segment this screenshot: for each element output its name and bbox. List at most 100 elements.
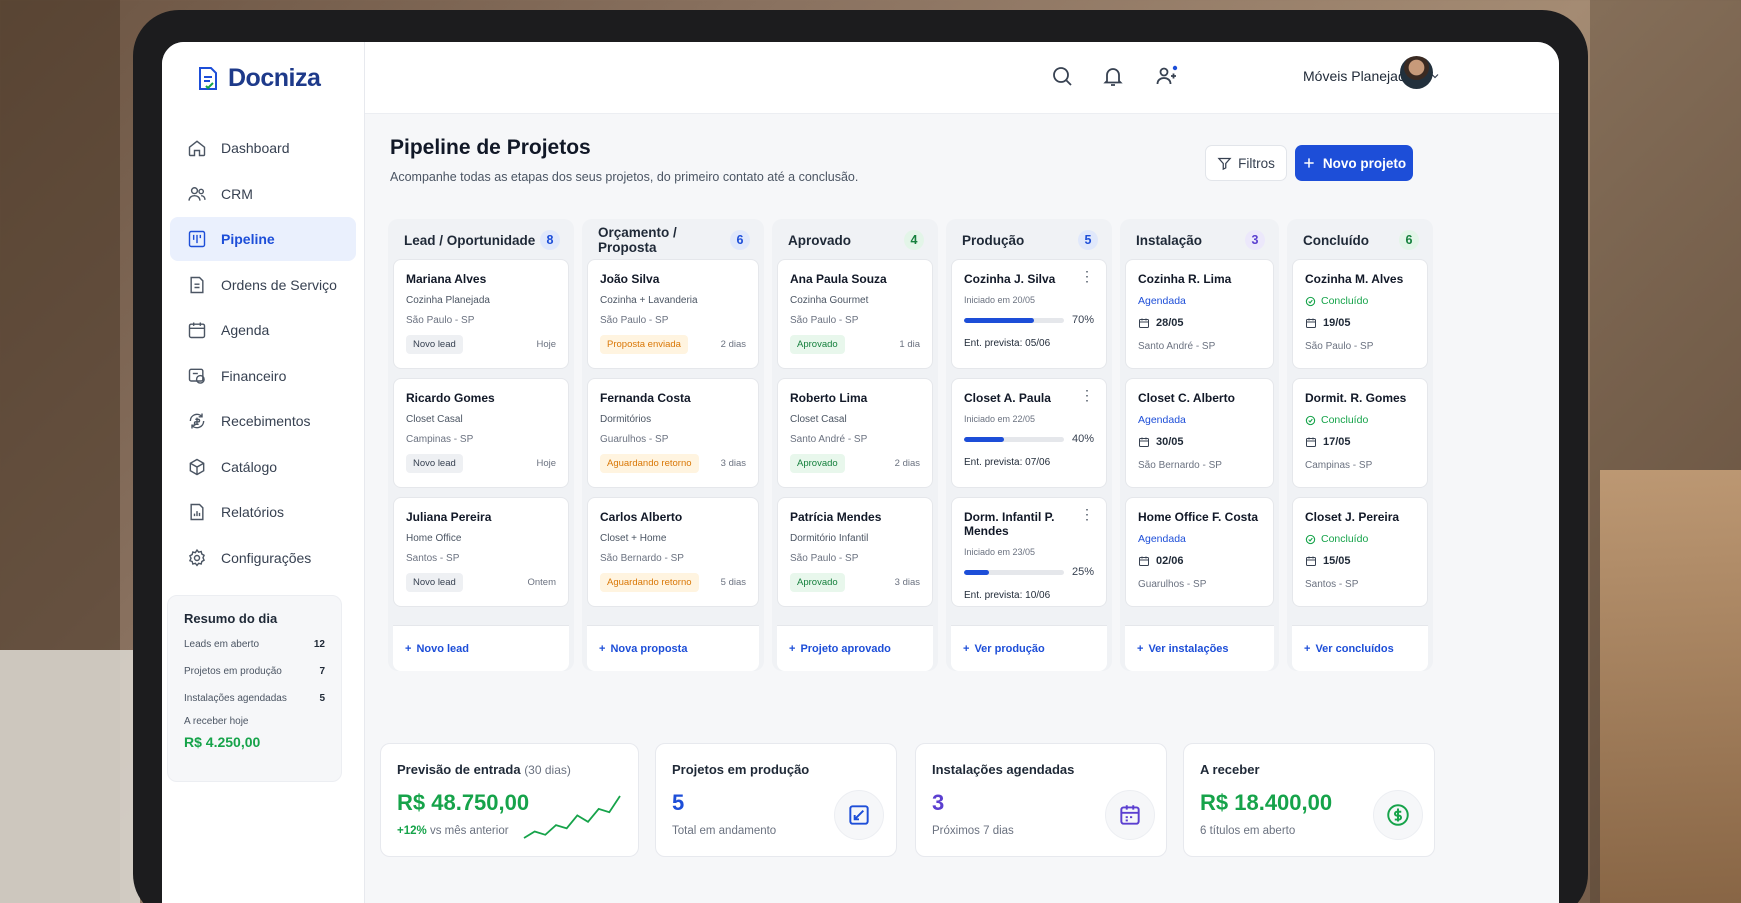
sidebar-item-agenda[interactable]: Agenda xyxy=(170,308,356,352)
sidebar-item-crm[interactable]: CRM xyxy=(170,172,356,216)
column-header: Instalação 3 xyxy=(1125,227,1274,253)
sidebar-item-dashboard[interactable]: Dashboard xyxy=(170,126,356,170)
sidebar-item-pipeline[interactable]: Pipeline xyxy=(170,217,356,261)
filter-icon xyxy=(1217,157,1232,170)
card-footer: Aprovado 3 dias xyxy=(790,573,920,592)
sidebar-item-catalogo[interactable]: Catálogo xyxy=(170,445,356,489)
bell-icon[interactable] xyxy=(1101,64,1125,88)
kpi-title: Previsão de entrada (30 dias) xyxy=(397,762,571,777)
daily-summary: Resumo do dia Leads em aberto 12 Projetos… xyxy=(167,595,342,782)
more-vertical-icon[interactable]: ⋮ xyxy=(1080,388,1094,402)
project-card[interactable]: Ana Paula Souza Cozinha Gourmet São Paulo… xyxy=(777,259,933,369)
home-icon xyxy=(188,140,206,157)
project-card[interactable]: Roberto Lima Closet Casal Santo André - S… xyxy=(777,378,933,488)
card-footer: Novo lead Hoje xyxy=(406,335,556,354)
summary-receive-value: R$ 4.250,00 xyxy=(184,734,261,750)
sidebar-item-recebimentos[interactable]: Recebimentos xyxy=(170,399,356,443)
new-project-button[interactable]: Novo projeto xyxy=(1295,145,1413,181)
sidebar-nav: Dashboard CRM Pipeline Ordens de Serviço… xyxy=(170,126,356,581)
plus-icon: + xyxy=(963,642,970,655)
card-project-type: Cozinha + Lavanderia xyxy=(600,295,698,306)
card-due-date: Ent. prevista: 07/06 xyxy=(964,457,1051,468)
column-add-link[interactable]: + Novo lead xyxy=(393,625,569,671)
project-card[interactable]: Dorm. Infantil P. Mendes ⋮ Iniciado em 23… xyxy=(951,497,1107,607)
sidebar-item-label: Pipeline xyxy=(221,231,275,247)
status-badge: Aprovado xyxy=(790,335,845,354)
project-card[interactable]: Closet C. Alberto Agendada 30/05 São Bern… xyxy=(1125,378,1274,488)
project-card[interactable]: Fernanda Costa Dormitórios Guarulhos - SP… xyxy=(587,378,759,488)
search-icon[interactable] xyxy=(1050,64,1074,88)
trend-sparkline xyxy=(523,795,621,839)
avatar[interactable] xyxy=(1400,56,1433,89)
progress-fill xyxy=(964,436,1004,442)
card-location: São Paulo - SP xyxy=(1305,341,1374,352)
page-title: Pipeline de Projetos xyxy=(390,136,591,159)
sidebar-item-configuracoes[interactable]: Configurações xyxy=(170,536,356,580)
more-vertical-icon[interactable]: ⋮ xyxy=(1080,507,1094,521)
card-started: Iniciado em 20/05 xyxy=(964,295,1036,305)
project-card[interactable]: Juliana Pereira Home Office Santos - SP N… xyxy=(393,497,569,607)
column-add-link[interactable]: + Projeto aprovado xyxy=(777,625,933,671)
more-vertical-icon[interactable]: ⋮ xyxy=(1080,269,1094,283)
report-icon xyxy=(190,503,204,521)
card-footer: Novo lead Ontem xyxy=(406,573,556,592)
column-count-badge: 8 xyxy=(540,230,560,250)
summary-receive-label: A receber hoje xyxy=(184,716,249,727)
calendar-icon xyxy=(1306,437,1316,447)
sidebar-item-ordens[interactable]: Ordens de Serviço xyxy=(170,263,356,307)
card-project-type: Dormitórios xyxy=(600,414,652,425)
card-title: João Silva xyxy=(600,272,660,286)
kpi-receivable[interactable]: A receber R$ 18.400,00 6 títulos em aber… xyxy=(1183,743,1435,857)
project-card[interactable]: Ricardo Gomes Closet Casal Campinas - SP … xyxy=(393,378,569,488)
column-header: Orçamento / Proposta 6 xyxy=(587,225,759,255)
project-card[interactable]: Home Office F. Costa Agendada 02/06 Guaru… xyxy=(1125,497,1274,607)
card-title: Closet A. Paula xyxy=(964,391,1051,405)
status-badge: Aguardando retorno xyxy=(600,454,699,473)
project-card[interactable]: Closet J. Pereira Concluído 15/05 Santos … xyxy=(1292,497,1428,607)
card-title: Ana Paula Souza xyxy=(790,272,887,286)
filter-button[interactable]: Filtros xyxy=(1205,145,1287,181)
column-add-link[interactable]: + Ver concluídos xyxy=(1292,625,1428,671)
pipeline-column: Produção 5 Cozinha J. Silva ⋮ Iniciado em… xyxy=(946,219,1112,671)
project-card[interactable]: Patrícia Mendes Dormitório Infantil São P… xyxy=(777,497,933,607)
kpi-installs[interactable]: Instalações agendadas 3 Próximos 7 dias xyxy=(915,743,1167,857)
column-count-badge: 5 xyxy=(1078,230,1098,250)
progress-fill xyxy=(964,317,1034,323)
project-card[interactable]: Carlos Alberto Closet + Home São Bernardo… xyxy=(587,497,759,607)
project-card[interactable]: Cozinha R. Lima Agendada 28/05 Santo Andr… xyxy=(1125,259,1274,369)
status-badge: Novo lead xyxy=(406,573,463,592)
pipeline-column: Lead / Oportunidade 8 Mariana Alves Cozin… xyxy=(388,219,574,671)
card-project-type: Cozinha Gourmet xyxy=(790,295,869,306)
card-footer: Proposta enviada 2 dias xyxy=(600,335,746,354)
sidebar-item-relatorios[interactable]: Relatórios xyxy=(170,490,356,534)
card-age: 2 dias xyxy=(720,339,746,350)
install-status: Concluído xyxy=(1305,414,1415,426)
logo[interactable]: Docniza xyxy=(196,64,321,93)
card-title: Ricardo Gomes xyxy=(406,391,495,405)
card-age: Hoje xyxy=(536,339,556,350)
card-title: Closet J. Pereira xyxy=(1305,510,1400,524)
column-add-link[interactable]: + Ver produção xyxy=(951,625,1107,671)
kpi-forecast[interactable]: Previsão de entrada (30 dias) R$ 48.750,… xyxy=(380,743,639,857)
project-card[interactable]: Mariana Alves Cozinha Planejada São Paulo… xyxy=(393,259,569,369)
column-header: Concluído 6 xyxy=(1292,227,1428,253)
card-footer: Aprovado 1 dia xyxy=(790,335,920,354)
project-card[interactable]: João Silva Cozinha + Lavanderia São Paulo… xyxy=(587,259,759,369)
calendar-icon xyxy=(1105,790,1155,840)
docniza-logo-icon xyxy=(199,67,217,90)
column-add-link[interactable]: + Nova proposta xyxy=(587,625,759,671)
project-card[interactable]: Cozinha M. Alves Concluído 19/05 São Paul… xyxy=(1292,259,1428,369)
card-project-type: Closet Casal xyxy=(790,414,847,425)
card-title: Cozinha J. Silva xyxy=(964,272,1056,286)
team-icon[interactable] xyxy=(1155,64,1179,88)
column-add-link[interactable]: + Ver instalações xyxy=(1125,625,1274,671)
sidebar-item-financeiro[interactable]: Financeiro xyxy=(170,354,356,398)
column-title: Produção xyxy=(962,232,1025,248)
kpi-production[interactable]: Projetos em produção 5 Total em andament… xyxy=(655,743,897,857)
column-header: Aprovado 4 xyxy=(777,227,933,253)
card-title: Cozinha R. Lima xyxy=(1138,272,1232,286)
project-card[interactable]: Dormit. R. Gomes Concluído 17/05 Campinas… xyxy=(1292,378,1428,488)
project-card[interactable]: Cozinha J. Silva ⋮ Iniciado em 20/05 70% … xyxy=(951,259,1107,369)
project-card[interactable]: Closet A. Paula ⋮ Iniciado em 22/05 40% E… xyxy=(951,378,1107,488)
sidebar-item-label: Recebimentos xyxy=(221,413,311,429)
